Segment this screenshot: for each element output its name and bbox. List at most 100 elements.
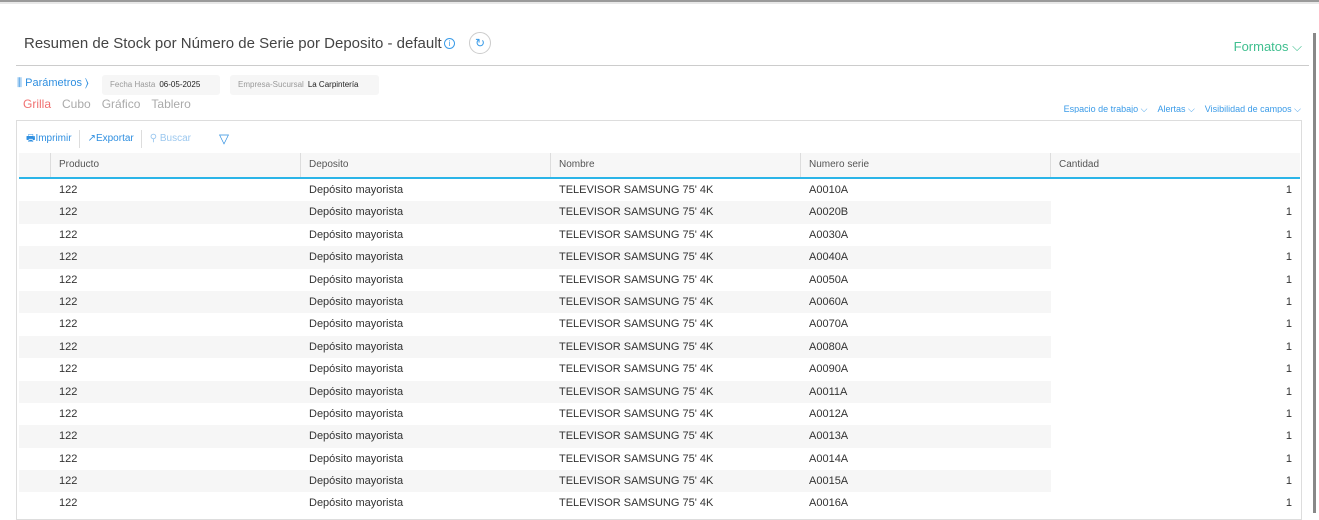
row-selector-header — [19, 153, 51, 177]
table-row[interactable]: 122 Depósito mayorista TELEVISOR SAMSUNG 7… — [19, 358, 1300, 380]
cell-nombre: TELEVISOR SAMSUNG 75' 4K — [551, 425, 801, 448]
export-button[interactable]: ↗Exportar — [87, 130, 142, 148]
row-selector[interactable] — [19, 403, 51, 425]
cell-nombre: TELEVISOR SAMSUNG 75' 4K — [551, 335, 801, 359]
cell-cantidad: 1 — [1285, 273, 1292, 286]
sliders-icon: ⫼ — [17, 77, 26, 89]
cell-nombre: TELEVISOR SAMSUNG 75' 4K — [559, 228, 714, 241]
row-selector[interactable] — [19, 179, 51, 201]
cell-cantidad: 1 — [1285, 363, 1292, 376]
data-grid: Producto Deposito Nombre Numero serie Ca… — [19, 153, 1300, 515]
table-row[interactable]: 122 Depósito mayorista TELEVISOR SAMSUNG 7… — [19, 224, 1300, 246]
cell-producto: 122 — [51, 201, 301, 224]
cell-nombre: TELEVISOR SAMSUNG 75' 4K — [551, 246, 801, 269]
table-row[interactable]: 122 Depósito mayorista TELEVISOR SAMSUNG 7… — [19, 448, 1300, 470]
row-selector[interactable] — [19, 335, 51, 359]
table-row[interactable]: 122 Depósito mayorista TELEVISOR SAMSUNG 7… — [19, 380, 1300, 403]
cell-nombre: TELEVISOR SAMSUNG 75' 4K — [559, 497, 714, 510]
export-label: Exportar — [95, 133, 134, 144]
cell-deposito: Depósito mayorista — [309, 318, 404, 331]
column-header-producto[interactable]: Producto — [51, 153, 301, 177]
cell-deposito: Depósito mayorista — [301, 380, 551, 403]
cell-cantidad: 1 — [1285, 385, 1292, 398]
cell-nombre: TELEVISOR SAMSUNG 75' 4K — [559, 452, 714, 465]
table-row[interactable]: 122 Depósito mayorista TELEVISOR SAMSUNG 7… — [19, 492, 1300, 514]
cell-deposito: Depósito mayorista — [301, 425, 551, 448]
cell-numero-serie: A0014A — [809, 452, 849, 465]
cell-numero-serie: A0010A — [809, 184, 849, 196]
table-row[interactable]: 122 Depósito mayorista TELEVISOR SAMSUNG 7… — [19, 470, 1300, 493]
row-selector[interactable] — [19, 290, 51, 314]
column-header-deposito[interactable]: Deposito — [301, 153, 551, 177]
param-value: 06-05-2025 — [159, 80, 201, 89]
table-row[interactable]: 122 Depósito mayorista TELEVISOR SAMSUNG 7… — [19, 201, 1300, 224]
cell-cantidad: 1 — [1285, 295, 1292, 308]
page-title: Resumen de Stock por Número de Serie por… — [24, 35, 442, 52]
formatos-dropdown[interactable]: Formatos ⌵ — [1234, 39, 1302, 55]
tab-grilla[interactable]: Grilla — [23, 97, 51, 111]
cell-deposito: Depósito mayorista — [309, 228, 404, 241]
table-row[interactable]: 122 Depósito mayorista TELEVISOR SAMSUNG 7… — [19, 269, 1300, 291]
cell-numero-serie: A0070A — [809, 318, 849, 331]
cell-deposito: Depósito mayorista — [301, 470, 551, 493]
table-row[interactable]: 122 Depósito mayorista TELEVISOR SAMSUNG 7… — [19, 313, 1300, 335]
tab-tablero[interactable]: Tablero — [151, 97, 190, 111]
row-selector[interactable] — [19, 201, 51, 224]
refresh-button[interactable]: ↻ — [469, 32, 491, 54]
cell-producto: 122 — [59, 184, 78, 196]
column-header-cantidad[interactable]: Cantidad — [1051, 153, 1300, 177]
row-selector[interactable] — [19, 380, 51, 403]
param-label: Empresa-Sucursal — [238, 80, 304, 89]
cell-cantidad: 1 — [1285, 206, 1292, 219]
cell-deposito: Depósito mayorista — [309, 363, 404, 376]
cell-deposito: Depósito mayorista — [309, 452, 404, 465]
table-row[interactable]: 122 Depósito mayorista TELEVISOR SAMSUNG 7… — [19, 403, 1300, 425]
search-button[interactable]: ⚲ Buscar — [149, 130, 198, 148]
row-selector[interactable] — [19, 246, 51, 269]
fecha-hasta-param[interactable]: Fecha Hasta 06-05-2025 — [102, 75, 220, 95]
tab-grafico[interactable]: Gráfico — [102, 97, 141, 111]
cell-cantidad: 1 — [1285, 475, 1292, 488]
cell-numero-serie: A0050A — [809, 273, 849, 286]
row-selector[interactable] — [19, 313, 51, 335]
table-row[interactable]: 122 Depósito mayorista TELEVISOR SAMSUNG 7… — [19, 425, 1300, 448]
cell-numero-serie: A0040A — [801, 246, 1051, 269]
print-button[interactable]: 🖶Imprimir — [25, 130, 80, 148]
column-header-numero-serie[interactable]: Numero serie — [801, 153, 1051, 177]
cell-cantidad: 1 — [1285, 184, 1292, 196]
row-selector[interactable] — [19, 224, 51, 246]
row-selector[interactable] — [19, 470, 51, 493]
row-selector[interactable] — [19, 425, 51, 448]
cell-deposito: Depósito mayorista — [309, 273, 404, 286]
alertas-dropdown[interactable]: Alertas ⌵ — [1157, 104, 1194, 113]
tab-cubo[interactable]: Cubo — [62, 97, 91, 111]
table-row[interactable]: 122 Depósito mayorista TELEVISOR SAMSUNG 7… — [19, 179, 1300, 201]
parametros-toggle[interactable]: ⫼ Parámetros ⟩ — [17, 77, 89, 90]
cell-deposito: Depósito mayorista — [301, 335, 551, 359]
cell-nombre: TELEVISOR SAMSUNG 75' 4K — [551, 290, 801, 314]
table-row[interactable]: 122 Depósito mayorista TELEVISOR SAMSUNG 7… — [19, 335, 1300, 359]
empresa-sucursal-param[interactable]: Empresa-Sucursal La Carpintería — [230, 75, 379, 95]
row-selector[interactable] — [19, 358, 51, 380]
row-selector[interactable] — [19, 269, 51, 291]
cell-numero-serie: A0080A — [801, 335, 1051, 359]
cell-numero-serie: A0013A — [801, 425, 1051, 448]
cell-numero-serie: A0030A — [809, 228, 849, 241]
cell-nombre: TELEVISOR SAMSUNG 75' 4K — [559, 318, 714, 331]
cell-nombre: TELEVISOR SAMSUNG 75' 4K — [551, 470, 801, 493]
table-row[interactable]: 122 Depósito mayorista TELEVISOR SAMSUNG 7… — [19, 290, 1300, 314]
page-scrollbar[interactable] — [1313, 33, 1316, 513]
cell-numero-serie: A0016A — [809, 497, 849, 510]
row-selector[interactable] — [19, 448, 51, 470]
espacio-trabajo-dropdown[interactable]: Espacio de trabajo ⌵ — [1064, 104, 1148, 113]
cell-producto: 122 — [51, 290, 301, 314]
column-header-nombre[interactable]: Nombre — [551, 153, 801, 177]
filter-icon[interactable]: ▽ — [219, 131, 229, 147]
row-selector[interactable] — [19, 492, 51, 514]
cell-producto: 122 — [51, 380, 301, 403]
info-icon[interactable]: i — [444, 38, 455, 49]
visibilidad-campos-dropdown[interactable]: Visibilidad de campos ⌵ — [1205, 104, 1301, 113]
table-row[interactable]: 122 Depósito mayorista TELEVISOR SAMSUNG 7… — [19, 246, 1300, 269]
cell-deposito: Depósito mayorista — [309, 184, 404, 196]
cell-producto: 122 — [59, 273, 78, 286]
